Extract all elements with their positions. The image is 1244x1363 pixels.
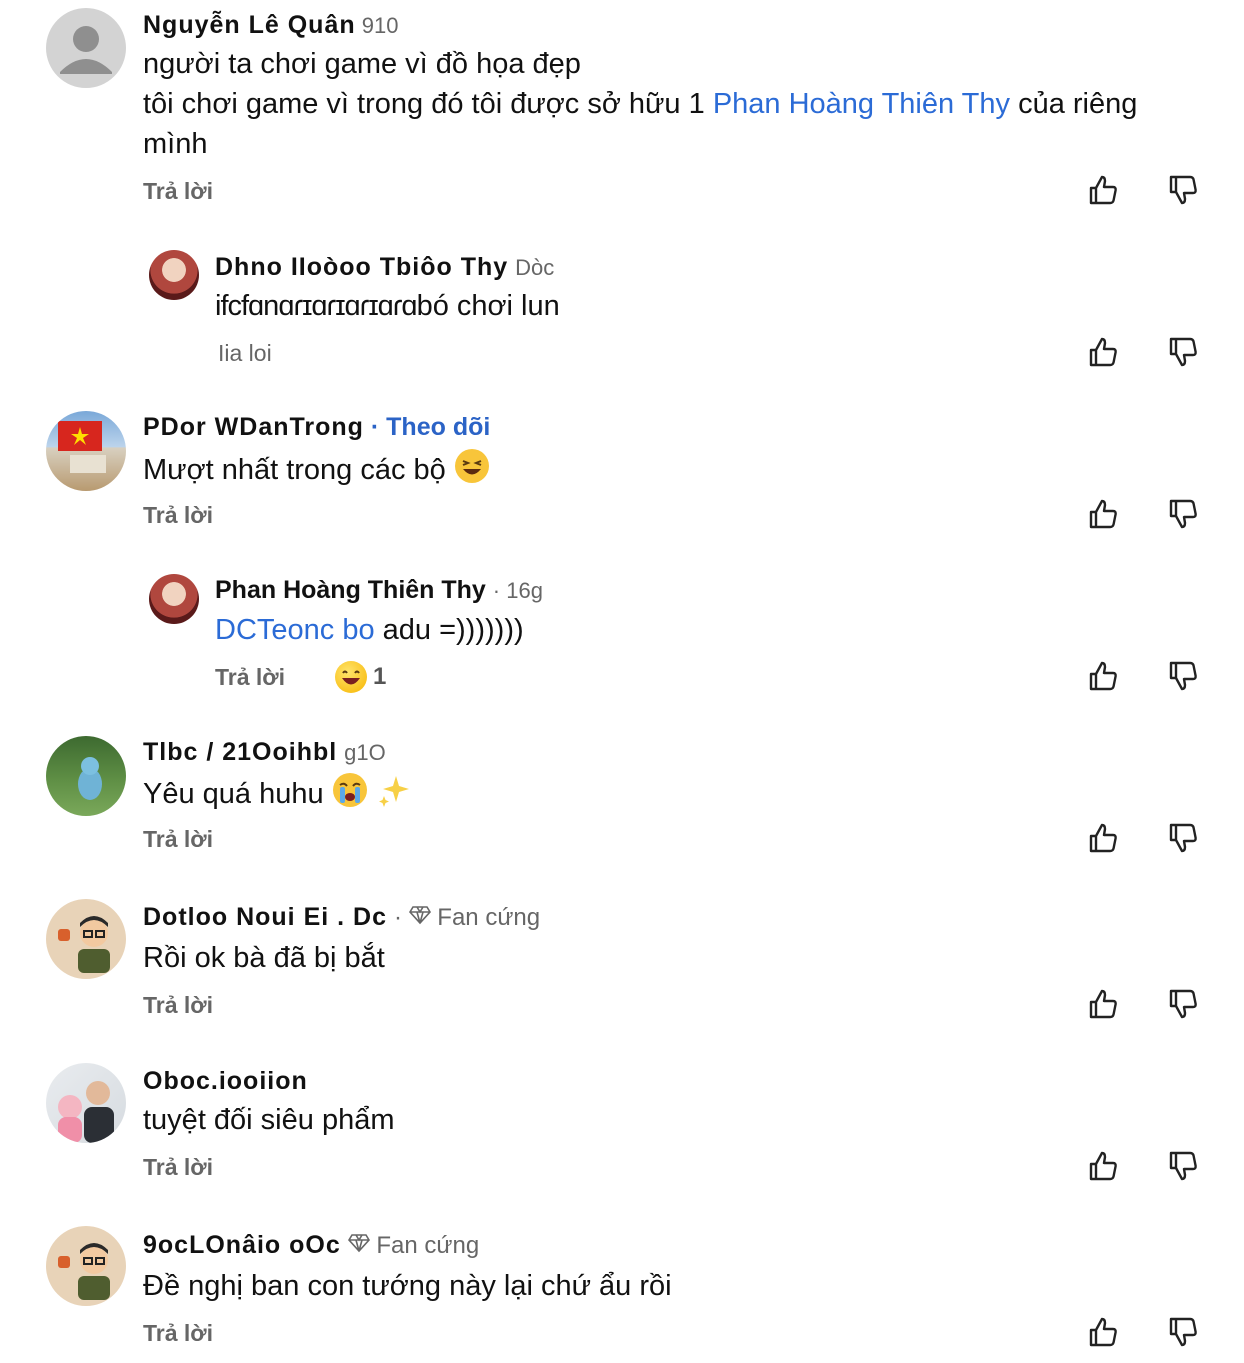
dislike-button[interactable] — [1165, 335, 1199, 369]
commenter-name[interactable]: Dotloo Noui Ei . Dc · Fan cứng — [143, 902, 540, 933]
thumbs-up-icon — [1089, 661, 1117, 691]
dislike-button[interactable] — [1165, 987, 1199, 1021]
thumbs-down-icon — [1169, 175, 1197, 205]
thumbs-down-icon — [1169, 661, 1197, 691]
comment-text: ifcfɑnɑɾɪɑɾɪɑɾɪɑɾɑbó chơi lun — [215, 290, 560, 322]
dislike-button[interactable] — [1165, 659, 1199, 693]
commenter-name[interactable]: PDor WDanTrong · Theo dõi — [143, 412, 490, 442]
avatar[interactable] — [149, 250, 199, 300]
thumbs-down-icon — [1169, 1151, 1197, 1181]
reply-button[interactable]: Trả lời — [215, 662, 285, 692]
thumbs-up-icon — [1089, 989, 1117, 1019]
commenter-name[interactable]: Phan Hoàng Thiên Thy · 16g — [215, 575, 543, 606]
reply-button[interactable]: Trả lời — [143, 500, 213, 530]
comment-text: người ta chơi game vì đồ họa đẹp tôi chơ… — [143, 48, 1138, 160]
laughing-emoji-icon — [335, 661, 367, 693]
like-button[interactable] — [1085, 173, 1119, 207]
dislike-button[interactable] — [1165, 497, 1199, 531]
like-button[interactable] — [1085, 1315, 1119, 1349]
dislike-button[interactable] — [1165, 1315, 1199, 1349]
commenter-name[interactable]: Oboc.iooiion — [143, 1066, 308, 1096]
like-button[interactable] — [1085, 659, 1119, 693]
commenter-name[interactable]: Dhno IIoòoo Tbiôo Thy Dòc — [215, 252, 554, 283]
commenter-name[interactable]: 9ocLOnâio oOc Fan cứng — [143, 1230, 479, 1261]
commenter-name[interactable]: Nguyễn Lê Quân 910 — [143, 10, 398, 41]
diamond-icon — [347, 1232, 370, 1259]
like-button[interactable] — [1085, 821, 1119, 855]
cartoon-character-icon — [78, 757, 102, 800]
reaction-summary[interactable]: 1 — [335, 661, 386, 693]
like-button[interactable] — [1085, 1149, 1119, 1183]
reply-button[interactable]: Trả lời — [143, 990, 213, 1020]
thumbs-up-icon — [1089, 499, 1117, 529]
cartoon-soldier-icon — [58, 916, 110, 973]
avatar[interactable] — [149, 574, 199, 624]
grinning-squint-emoji-icon — [454, 448, 490, 495]
commenter-name[interactable]: Tlbc / 21Ooihbl g1O — [143, 737, 386, 768]
flag-monument-icon — [58, 421, 106, 473]
thumbs-up-icon — [1089, 823, 1117, 853]
avatar[interactable] — [46, 1063, 126, 1143]
comment-text: Rồi ok bà đã bị bắt — [143, 942, 385, 974]
diamond-icon — [408, 904, 431, 931]
person-icon — [60, 26, 112, 74]
default-avatar[interactable] — [46, 8, 126, 88]
comment-text: Đề nghị ban con tướng này lại chứ ẩu rồi — [143, 1270, 672, 1302]
thumbs-up-icon — [1089, 1151, 1117, 1181]
like-button[interactable] — [1085, 987, 1119, 1021]
dislike-button[interactable] — [1165, 821, 1199, 855]
reaction-count: 1 — [373, 663, 387, 690]
thumbs-down-icon — [1169, 823, 1197, 853]
thumbs-up-icon — [1089, 337, 1117, 367]
thumbs-down-icon — [1169, 989, 1197, 1019]
thumbs-down-icon — [1169, 499, 1197, 529]
mention-link[interactable]: Phan Hoàng Thiên Thy — [713, 88, 1010, 120]
comment-text: tuyệt đối siêu phẩm — [143, 1104, 395, 1136]
dislike-button[interactable] — [1165, 173, 1199, 207]
sparkles-emoji-icon — [376, 772, 412, 819]
reply-button[interactable]: Trả lời — [143, 176, 213, 206]
thumbs-up-icon — [1089, 1317, 1117, 1347]
reply-button[interactable]: Trả lời — [143, 1318, 213, 1348]
comment-text: Mượt nhất trong các bộ — [143, 448, 490, 495]
avatar[interactable] — [46, 411, 126, 491]
follow-link[interactable]: · Theo dõi — [371, 413, 490, 441]
reply-button[interactable]: Trả lời — [143, 1152, 213, 1182]
crying-emoji-icon — [332, 772, 368, 819]
avatar[interactable] — [46, 899, 126, 979]
reply-button[interactable]: Iia loi — [218, 338, 272, 368]
mention-link[interactable]: DCTeonc bo — [215, 614, 375, 646]
thumbs-down-icon — [1169, 337, 1197, 367]
comment-text: DCTeonc bo adu =))))))) — [215, 614, 524, 646]
like-button[interactable] — [1085, 497, 1119, 531]
thumbs-up-icon — [1089, 175, 1117, 205]
avatar[interactable] — [46, 1226, 126, 1306]
cartoon-soldier-icon — [58, 1243, 110, 1300]
reply-button[interactable]: Trả lời — [143, 824, 213, 854]
avatar[interactable] — [46, 736, 126, 816]
comment-text: Yêu quá huhu — [143, 772, 412, 819]
dislike-button[interactable] — [1165, 1149, 1199, 1183]
like-button[interactable] — [1085, 335, 1119, 369]
photo-person-icon — [58, 1081, 114, 1143]
thumbs-down-icon — [1169, 1317, 1197, 1347]
